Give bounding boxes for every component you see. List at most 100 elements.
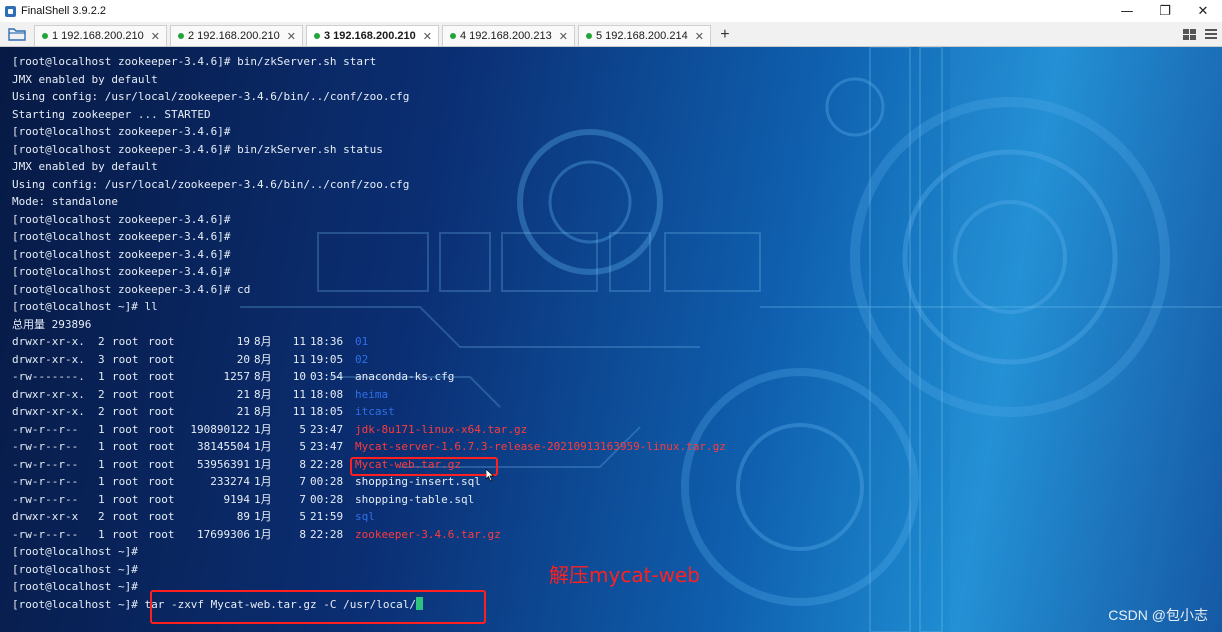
terminal-line: [root@localhost zookeeper-3.4.6]# bin/zk…	[12, 142, 383, 156]
file-time: 23:47	[310, 422, 344, 436]
file-perm: drwxr-xr-x	[12, 510, 79, 523]
file-time: 00:28	[310, 475, 344, 488]
window-title: FinalShell 3.9.2.2	[21, 5, 106, 17]
session-tab-4[interactable]: 4 192.168.200.213 ✕	[441, 25, 575, 46]
file-owner: root	[112, 387, 139, 401]
file-links: 1	[98, 422, 105, 436]
file-month: 8月	[254, 335, 272, 348]
file-month: 8月	[254, 387, 272, 401]
file-perm: -rw-r--r--	[12, 492, 79, 506]
file-group: root	[148, 457, 175, 471]
file-name: jdk-8u171-linux-x64.tar.gz	[355, 422, 528, 436]
tab-close-icon[interactable]: ✕	[423, 30, 432, 43]
file-links: 1	[98, 457, 105, 471]
terminal-line: [root@localhost ~]#	[12, 562, 138, 576]
file-links: 1	[98, 370, 105, 383]
file-size: 20	[236, 352, 250, 366]
tab-label: 5 192.168.200.214	[595, 30, 688, 42]
file-day: 5	[299, 510, 306, 523]
file-month: 1月	[254, 527, 272, 541]
file-group: root	[148, 405, 175, 418]
menu-lines-icon	[1205, 29, 1217, 39]
file-day: 10	[292, 370, 306, 383]
connected-status-icon	[177, 33, 184, 39]
file-time: 21:59	[310, 510, 344, 523]
terminal-line: [root@localhost zookeeper-3.4.6]# cd	[12, 282, 251, 296]
tab-label: 4 192.168.200.213	[459, 30, 552, 42]
maximize-button[interactable]: ❐	[1146, 0, 1184, 22]
app-logo-icon	[5, 5, 16, 17]
shell-prompt: [root@localhost ~]#	[12, 597, 145, 611]
listing-row: -rw-r--r-- 1 root root 38145504 1月 5 23:47 Mycat…	[12, 438, 726, 456]
file-perm: -rw-r--r--	[12, 457, 79, 471]
file-links: 2	[98, 510, 105, 523]
file-group: root	[148, 527, 175, 541]
file-name: Mycat-server-1.6.7.3-release-20210913163…	[355, 440, 726, 453]
file-group: root	[148, 387, 175, 401]
file-links: 2	[98, 335, 105, 348]
tab-label: 1 192.168.200.210	[52, 30, 144, 42]
file-name: 02	[355, 352, 369, 366]
watermark-text: CSDN @包小志	[1108, 607, 1208, 623]
file-perm: -rw-r--r--	[12, 527, 79, 541]
tab-close-icon[interactable]: ✕	[287, 30, 296, 43]
connected-status-icon	[42, 33, 48, 39]
grid-icon	[1182, 28, 1196, 40]
session-tab-5[interactable]: 5 192.168.200.214 ✕	[577, 25, 711, 46]
connected-status-icon	[585, 33, 592, 39]
tab-label: 2 192.168.200.210	[187, 30, 280, 42]
tab-close-icon[interactable]: ✕	[695, 30, 704, 43]
file-name: shopping-table.sql	[355, 492, 475, 506]
terminal-line: [root@localhost zookeeper-3.4.6]# bin/zk…	[12, 55, 377, 68]
listing-row: drwxr-xr-x. 2 root root 21 8月 11 18:05 itcast	[12, 403, 423, 421]
file-links: 2	[98, 387, 105, 401]
list-layout-button[interactable]	[1200, 23, 1222, 45]
file-month: 1月	[254, 422, 272, 436]
file-time: 22:28	[310, 527, 344, 541]
file-name: sql	[355, 510, 375, 523]
listing-row: drwxr-xr-x. 2 root root 21 8月 11 18:08 heima	[12, 386, 423, 404]
grid-layout-button[interactable]	[1178, 23, 1200, 45]
minimize-button[interactable]: —	[1108, 0, 1146, 22]
terminal-line: 总用量 293896	[12, 317, 92, 331]
file-links: 2	[98, 405, 105, 418]
file-size: 9194	[223, 492, 251, 506]
file-owner: root	[112, 335, 139, 348]
window-controls: — ❐ ✕	[1108, 0, 1222, 22]
file-time: 18:36	[310, 335, 344, 348]
file-size: 89	[236, 510, 250, 523]
file-group: root	[148, 370, 175, 383]
file-group: root	[148, 422, 175, 436]
session-tab-1[interactable]: 1 192.168.200.210 ✕	[34, 25, 167, 46]
tab-close-icon[interactable]: ✕	[151, 30, 160, 43]
file-owner: root	[112, 475, 139, 488]
tab-close-icon[interactable]: ✕	[559, 30, 568, 43]
close-button[interactable]: ✕	[1184, 0, 1222, 22]
open-folder-button[interactable]	[0, 22, 34, 46]
listing-row: drwxr-xr-x. 3 root root 20 8月 11 19:05 02	[12, 351, 423, 369]
file-size: 53956391	[197, 457, 250, 471]
file-day: 5	[299, 440, 306, 453]
file-perm: drwxr-xr-x.	[12, 405, 85, 418]
file-links: 1	[98, 440, 105, 453]
add-tab-button[interactable]: +	[714, 24, 736, 46]
file-group: root	[148, 510, 175, 523]
terminal-output: [root@localhost zookeeper-3.4.6]# bin/zk…	[12, 53, 726, 613]
terminal-line: [root@localhost zookeeper-3.4.6]#	[12, 230, 231, 243]
file-owner: root	[112, 492, 139, 506]
file-perm: -rw-r--r--	[12, 475, 79, 488]
session-tab-3[interactable]: 3 192.168.200.210 ✕	[305, 25, 439, 46]
file-month: 8月	[254, 352, 272, 366]
session-tab-2[interactable]: 2 192.168.200.210 ✕	[169, 25, 303, 46]
file-time: 18:05	[310, 405, 344, 418]
file-owner: root	[112, 405, 139, 418]
listing-row: drwxr-xr-x. 2 root root 19 8月 11 18:36 01	[12, 333, 423, 351]
file-month: 1月	[254, 440, 272, 453]
file-time: 00:28	[310, 492, 344, 506]
tab-list: 1 192.168.200.210 ✕ 2 192.168.200.210 ✕ 3 19…	[34, 22, 714, 46]
file-owner: root	[112, 440, 139, 453]
terminal-pane[interactable]: [root@localhost zookeeper-3.4.6]# bin/zk…	[0, 47, 1222, 632]
mouse-pointer-icon	[486, 469, 495, 482]
highlight-box-command	[150, 590, 486, 624]
file-name: zookeeper-3.4.6.tar.gz	[355, 527, 501, 541]
